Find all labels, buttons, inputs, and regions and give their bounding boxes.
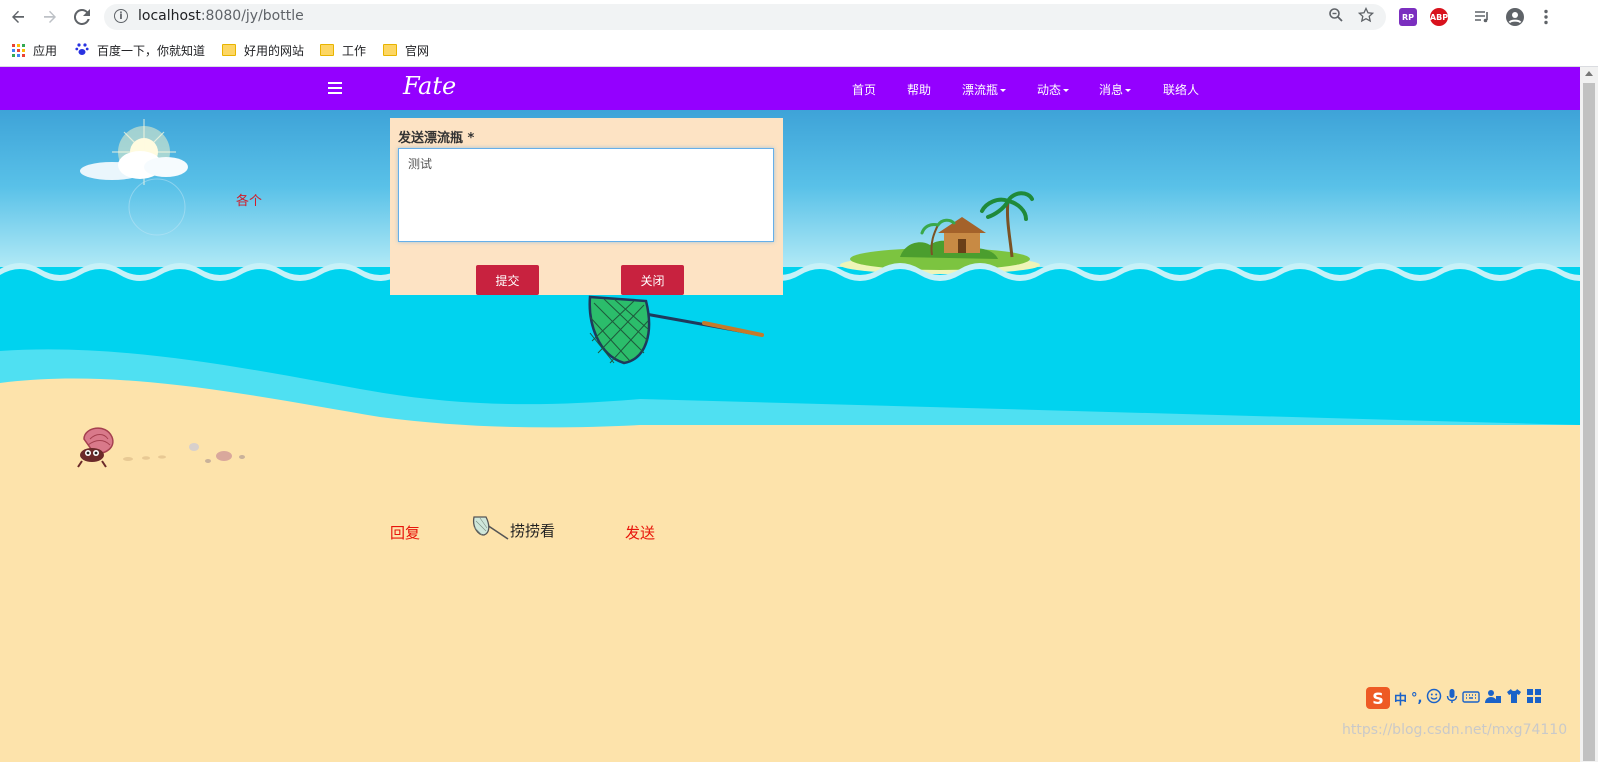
close-button[interactable]: 关闭: [621, 265, 684, 295]
hermit-crab-image: [77, 427, 245, 468]
reload-icon[interactable]: [70, 5, 94, 29]
brand-logo[interactable]: Fate: [403, 72, 456, 100]
csdn-watermark: https://blog.csdn.net/mxg74110: [1342, 722, 1568, 738]
page-viewport: Fate 首页 帮助 漂流瓶 动态 消息 联络人 各个 发送漂流瓶 * 测试 提…: [0, 67, 1580, 762]
bookmark-apps[interactable]: 应用: [12, 40, 57, 60]
address-bar[interactable]: i localhost:8080/jy/bottle: [104, 4, 1386, 30]
folder-icon: [222, 44, 236, 56]
bookmark-label: 百度一下，你就知道: [97, 43, 206, 58]
red-label: 各个: [236, 194, 263, 209]
caret-down-icon: [1000, 89, 1007, 92]
browser-toolbar: i localhost:8080/jy/bottle RP ABP: [0, 0, 1598, 34]
tshirt-skin-icon[interactable]: [1506, 688, 1522, 708]
ime-mode-chinese[interactable]: 中: [1394, 689, 1407, 708]
bookmark-baidu[interactable]: 百度一下，你就知道: [75, 40, 205, 60]
toolbox-grid-icon[interactable]: [1526, 688, 1542, 708]
bookmark-label: 应用: [33, 43, 58, 58]
adblock-plus-icon[interactable]: ABP: [1430, 8, 1448, 26]
emoji-icon[interactable]: [1426, 688, 1442, 708]
nav-activity-dropdown[interactable]: 动态: [1037, 81, 1070, 98]
nav-bottle-dropdown[interactable]: 漂流瓶: [962, 81, 1007, 98]
caret-down-icon: [1063, 89, 1070, 92]
bookmark-folder-useful-sites[interactable]: 好用的网站: [222, 40, 304, 60]
scroll-up-arrow-icon[interactable]: [1585, 71, 1593, 76]
nav-messages-dropdown[interactable]: 消息: [1099, 81, 1132, 98]
fishing-net-image: [588, 295, 764, 365]
media-queue-icon[interactable]: [1470, 5, 1494, 29]
apps-grid-icon: [12, 43, 25, 57]
send-bottle-modal: 发送漂流瓶 * 测试 提交 关闭: [390, 118, 783, 295]
bookmark-label: 官网: [405, 43, 430, 58]
reply-link[interactable]: 回复: [390, 522, 420, 543]
site-info-icon[interactable]: i: [114, 9, 128, 23]
forward-arrow-icon[interactable]: [38, 5, 62, 29]
profile-avatar-icon[interactable]: [1503, 5, 1527, 29]
keyboard-icon[interactable]: [1462, 689, 1481, 708]
bookmark-star-icon[interactable]: [1357, 6, 1375, 27]
nav-help[interactable]: 帮助: [907, 81, 931, 98]
folder-icon: [320, 44, 334, 56]
bookmark-folder-official[interactable]: 官网: [383, 40, 429, 60]
microphone-icon[interactable]: [1446, 688, 1458, 708]
ime-toolbar: S 中 °,: [1366, 686, 1542, 710]
scroll-thumb[interactable]: [1583, 83, 1595, 761]
bookmark-label: 工作: [342, 43, 367, 58]
bottle-message-textarea[interactable]: 测试: [398, 148, 774, 242]
baidu-paw-icon: [75, 42, 89, 59]
bookmarks-bar: 应用 百度一下，你就知道 好用的网站 工作 官网: [0, 34, 1598, 67]
page-scrollbar[interactable]: [1580, 67, 1598, 762]
user-skin-icon[interactable]: [1484, 688, 1502, 708]
folder-icon: [383, 44, 397, 56]
net-icon: [472, 516, 509, 540]
fish-label: 捞捞看: [510, 522, 556, 540]
fish-link[interactable]: 捞捞看: [472, 515, 555, 541]
top-navbar: Fate 首页 帮助 漂流瓶 动态 消息 联络人: [0, 67, 1580, 110]
sun-cloud-image: [80, 119, 188, 236]
nav-home[interactable]: 首页: [852, 81, 876, 98]
sogou-ime-logo-icon[interactable]: S: [1366, 687, 1390, 709]
hamburger-menu-icon[interactable]: [328, 82, 342, 94]
back-arrow-icon[interactable]: [6, 5, 30, 29]
url-text[interactable]: localhost:8080/jy/bottle: [138, 8, 304, 24]
bookmark-folder-work[interactable]: 工作: [320, 40, 366, 60]
zoom-icon[interactable]: [1328, 7, 1344, 27]
wave-crest: [0, 263, 1580, 285]
nav-contacts[interactable]: 联络人: [1163, 81, 1199, 98]
send-link[interactable]: 发送: [625, 522, 655, 543]
chrome-menu-icon[interactable]: [1534, 5, 1558, 29]
ime-punctuation[interactable]: °,: [1411, 691, 1422, 706]
rp-extension-icon[interactable]: RP: [1399, 8, 1417, 26]
caret-down-icon: [1125, 89, 1132, 92]
modal-label: 发送漂流瓶 *: [398, 131, 475, 146]
bookmark-label: 好用的网站: [244, 43, 305, 58]
submit-button[interactable]: 提交: [476, 265, 539, 295]
